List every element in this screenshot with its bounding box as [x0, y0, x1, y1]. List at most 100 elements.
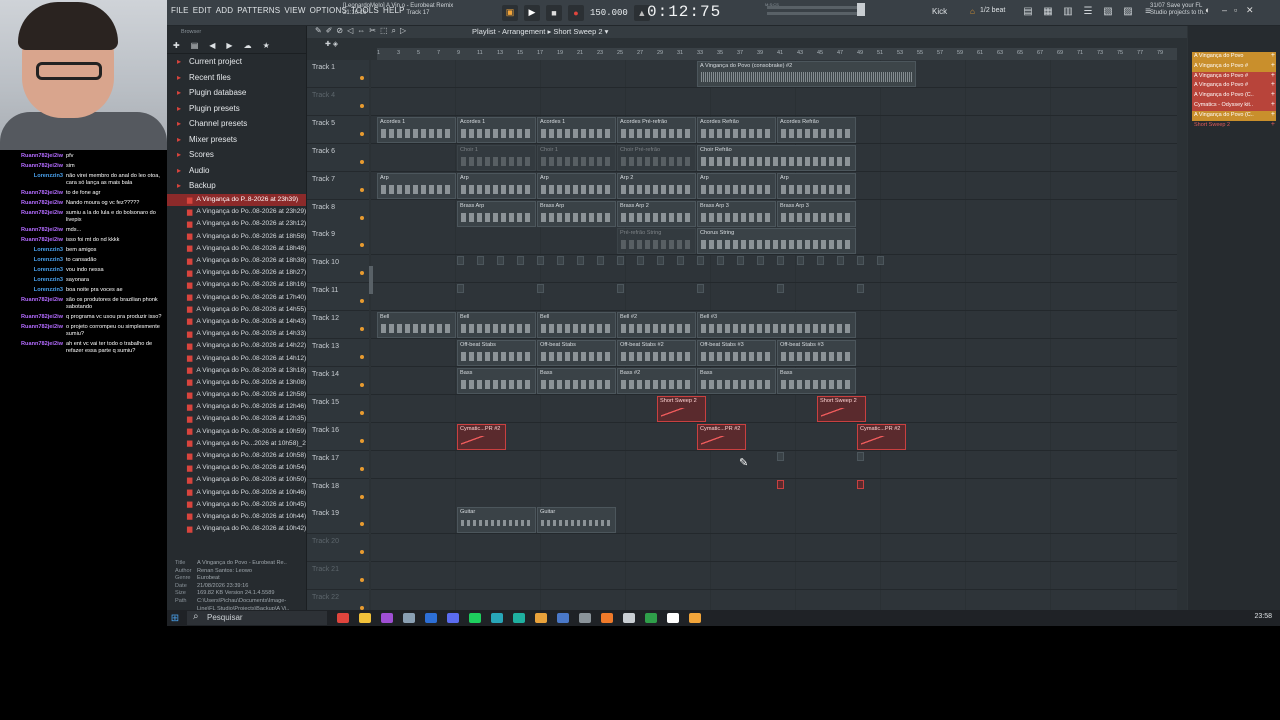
- automation-clip[interactable]: [457, 284, 464, 294]
- track-header[interactable]: Track 1: [307, 60, 369, 88]
- track-lane[interactable]: Guitar Guitar: [371, 506, 1177, 535]
- playlist-clip[interactable]: Off-beat Stabs: [457, 340, 536, 366]
- backup-file[interactable]: ▆ A Vingança do Po..08-2026 at 14h22): [167, 340, 306, 352]
- snap-selector[interactable]: 1/2 beat: [980, 7, 1005, 14]
- time-display[interactable]: 0:12:75: [647, 3, 721, 21]
- taskbar-app-icon[interactable]: [403, 613, 415, 623]
- file-explorer-icon[interactable]: [359, 613, 371, 623]
- taskbar-app-icon[interactable]: [337, 613, 349, 623]
- pattern-picker-item[interactable]: A Vingança do Povo (C..: [1192, 91, 1276, 101]
- browser-forward-icon[interactable]: ▶: [226, 41, 232, 50]
- track-lane[interactable]: [371, 478, 1177, 507]
- backup-file[interactable]: ▆ A Vingança do Po..08-2026 at 10h50): [167, 474, 306, 486]
- track-header[interactable]: Track 8: [307, 199, 369, 228]
- playlist-clip[interactable]: Off-beat Stabs #2: [617, 340, 696, 366]
- vertical-scrollbar[interactable]: [369, 266, 373, 294]
- automation-clip[interactable]: [777, 479, 784, 489]
- playlist-clip[interactable]: Cymatic...PR #2: [857, 423, 906, 450]
- automation-clip[interactable]: [477, 256, 484, 266]
- automation-clip[interactable]: [777, 284, 784, 294]
- track-header[interactable]: Track 11: [307, 283, 369, 312]
- automation-clip[interactable]: [657, 256, 664, 266]
- backup-file[interactable]: ▆ A Vingança do Po..08-2026 at 14h55): [167, 303, 306, 315]
- track-mute-led[interactable]: [360, 382, 364, 387]
- playlist-clip[interactable]: Brass Arp 3: [697, 200, 776, 227]
- backup-file[interactable]: ▆ A Vingança do Po..08-2026 at 12h35): [167, 413, 306, 425]
- playlist-clip[interactable]: Brass Arp: [457, 200, 536, 227]
- track-header[interactable]: Track 19: [307, 506, 369, 535]
- track-lane[interactable]: Cymatic...PR #2 Cymatic...PR #2 Cymatic...…: [371, 422, 1177, 451]
- automation-clip[interactable]: [677, 256, 684, 266]
- automation-clip[interactable]: [577, 256, 584, 266]
- playlist-clip[interactable]: Arp: [697, 172, 776, 199]
- track-mute-led[interactable]: [360, 103, 364, 108]
- browser-star-icon[interactable]: ★: [263, 41, 270, 50]
- mute-tool-icon[interactable]: ◁: [347, 26, 353, 38]
- track-header[interactable]: Track 9: [307, 227, 369, 256]
- automation-clip[interactable]: [697, 256, 704, 266]
- track-header[interactable]: Track 5: [307, 115, 369, 144]
- playlist-clip[interactable]: Choir Refrão: [697, 144, 856, 171]
- automation-clip[interactable]: [857, 256, 864, 266]
- track-header[interactable]: Track 6: [307, 143, 369, 172]
- taskbar-app-icon[interactable]: [623, 613, 635, 623]
- track-lane[interactable]: [371, 562, 1177, 591]
- automation-clip[interactable]: [457, 256, 464, 266]
- backup-file[interactable]: ▆ A Vingança do Po..08-2026 at 12h58): [167, 389, 306, 401]
- backup-file[interactable]: ▆ A Vingança do Po..08-2026 at 13h18): [167, 364, 306, 376]
- track-mute-led[interactable]: [360, 438, 364, 443]
- draw-tool-icon[interactable]: ✎: [315, 26, 322, 38]
- track-mute-led[interactable]: [360, 410, 364, 415]
- playlist-menu-icon[interactable]: ✚ ◈: [325, 40, 338, 48]
- automation-clip[interactable]: [837, 256, 844, 266]
- playlist-clip[interactable]: Guitar: [457, 507, 536, 534]
- track-mute-led[interactable]: [360, 578, 364, 583]
- taskbar-search[interactable]: Pesquisar: [187, 611, 327, 625]
- steam-icon[interactable]: [425, 613, 437, 623]
- timeline-ruler[interactable]: 1 3 5 7 9 11 13 15 17 19 21 23 25 27 29 31 33 35 37 39 41 43 4…: [377, 48, 1177, 60]
- backup-file[interactable]: ▆ A Vingança do Po..08-2026 at 17h40): [167, 291, 306, 303]
- backup-file[interactable]: ▆ A Vingança do Po..08-2026 at 10h46): [167, 486, 306, 498]
- stop-icon[interactable]: ■: [546, 4, 562, 21]
- backup-file[interactable]: ▆ A Vingança do Po..08-2026 at 23h29): [167, 206, 306, 218]
- pattern-picker-item[interactable]: Cymatics - Odyssey kit..: [1192, 100, 1276, 111]
- playlist-clip[interactable]: Off-beat Stabs #3: [777, 340, 856, 366]
- track-mute-led[interactable]: [360, 131, 364, 136]
- automation-clip[interactable]: [857, 479, 864, 489]
- playlist-clip[interactable]: Bell #3: [697, 312, 856, 339]
- menu-item[interactable]: PATTERNS: [237, 6, 280, 15]
- taskbar-app-icon[interactable]: [557, 613, 569, 623]
- backup-file[interactable]: ▆ A Vingança do Po..08-2026 at 23h12): [167, 218, 306, 230]
- track-lane[interactable]: Acordes 1 Acordes 1 Acordes 1 Acordes Pré-r…: [371, 115, 1177, 144]
- record-icon[interactable]: ●: [568, 4, 584, 21]
- firefox-icon[interactable]: [601, 613, 613, 623]
- track-header[interactable]: Track 12: [307, 311, 369, 340]
- taskbar-app-icon[interactable]: [579, 613, 591, 623]
- playlist-clip[interactable]: Arp: [377, 172, 456, 199]
- playlist-clip[interactable]: Cymatic...PR #2: [457, 423, 506, 450]
- playback-tool-icon[interactable]: ▷: [400, 26, 406, 38]
- track-lane[interactable]: Pré-refrão String Chorus String: [371, 227, 1177, 256]
- backup-file[interactable]: ▆ A Vingança do Po..08-2026 at 13h08): [167, 376, 306, 388]
- backup-file[interactable]: ▆ A Vingança do Po..08-2026 at 14h33): [167, 328, 306, 340]
- backup-file[interactable]: ▆ A Vingança do Po..08-2026 at 12h46): [167, 401, 306, 413]
- playlist-clip[interactable]: Bass: [537, 367, 616, 394]
- automation-clip[interactable]: [497, 256, 504, 266]
- taskbar-app-icon[interactable]: [535, 613, 547, 623]
- help-icon[interactable]: ◐: [1205, 5, 1210, 15]
- play-icon[interactable]: ▶: [524, 4, 540, 21]
- playlist-clip[interactable]: Chorus String: [697, 228, 856, 255]
- automation-clip[interactable]: [697, 284, 704, 294]
- playlist-clip[interactable]: Bass #2: [617, 367, 696, 394]
- backup-file[interactable]: ▆ A Vingança do Po..08-2026 at 10h44): [167, 510, 306, 522]
- magnet-icon[interactable]: ⌂: [970, 7, 975, 16]
- playlist-clip[interactable]: Acordes 1: [457, 116, 536, 143]
- slice-tool-icon[interactable]: ✂: [369, 26, 376, 38]
- taskbar-app-icon[interactable]: [513, 613, 525, 623]
- taskbar-app-icon[interactable]: [381, 613, 393, 623]
- track-mute-led[interactable]: [360, 271, 364, 276]
- track-lane[interactable]: [371, 283, 1177, 312]
- playlist-clip[interactable]: Brass Arp 3: [777, 200, 856, 227]
- plugin-picker-icon[interactable]: ▨: [1122, 6, 1134, 18]
- track-lane[interactable]: Bell Bell Bell Bell #2 Bell #3: [371, 311, 1177, 340]
